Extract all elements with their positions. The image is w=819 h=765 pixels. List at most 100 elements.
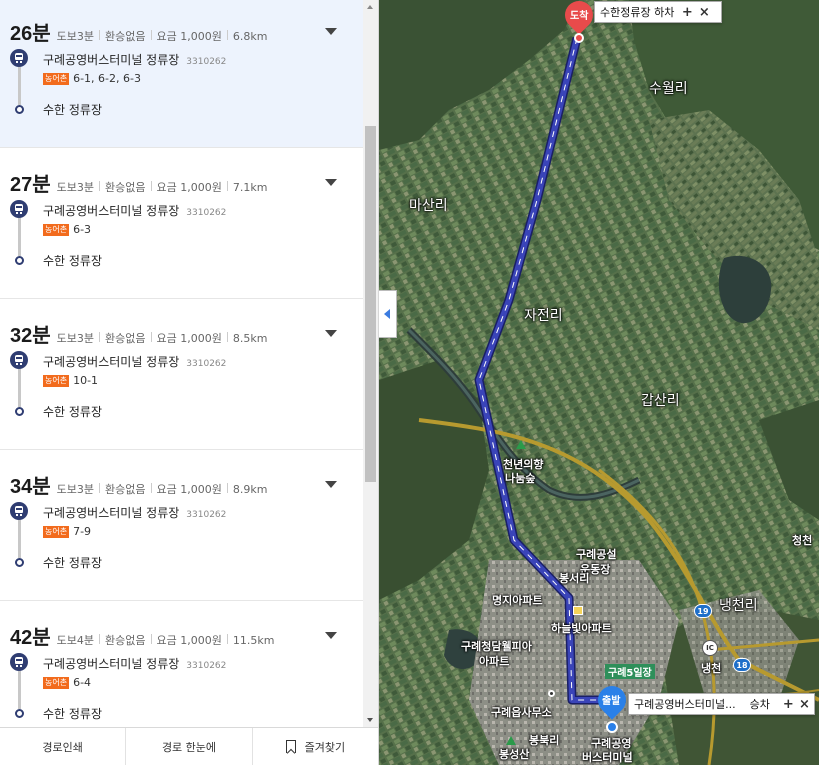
walk-time: 도보3분 [56,332,95,345]
destination-dot-icon [15,105,24,114]
route-list-scrollbar[interactable] [363,0,378,727]
road-18-shield: 18 [733,658,751,672]
route-summary: 34분 도보3분 환승없음 요금 1,000원 8.9km [10,470,267,498]
destination-dot-icon [15,709,24,718]
board-label[interactable]: 승차 [750,696,770,712]
destination-stop[interactable]: 수한 정류장 [43,705,102,722]
route-duration: 32분 [10,325,51,347]
bus-stop-icon [606,721,618,733]
map-label-cheongdam-apt-2: 아파트 [479,655,510,668]
scroll-up-arrow-icon[interactable] [363,0,378,15]
divider [226,634,228,644]
route-summary: 42분 도보4분 환승없음 요금 1,000원 11.5km [10,621,274,649]
fare: 요금 1,000원 [156,483,222,496]
destination-dot-icon [15,407,24,416]
departure-callout[interactable]: 구례공영버스터미널... 승차 + × [628,693,815,715]
route-list: 26분 도보3분 환승없음 요금 1,000원 6.8km 구례공영버스터미널 … [0,0,363,727]
route-timeline [10,200,30,270]
destination-stop[interactable]: 수한 정류장 [43,252,102,269]
arrival-point-icon [574,33,584,43]
boarding-stop[interactable]: 구례공영버스터미널 정류장 [43,202,179,219]
map-label-naengcheon: 냉천리 [719,598,758,614]
route-duration: 27분 [10,174,51,196]
route-summary: 32분 도보3분 환승없음 요금 1,000원 8.5km [10,319,267,347]
walk-time: 도보3분 [56,483,95,496]
divider [150,634,152,644]
close-icon[interactable]: × [697,5,711,20]
boarding-stop[interactable]: 구례공영버스터미널 정류장 [43,353,179,370]
boarding-stop[interactable]: 구례공영버스터미널 정류장 [43,51,179,68]
walk-time: 도보3분 [56,181,95,194]
bus-type-badge: 농어촌 [43,223,70,236]
destination-stop[interactable]: 수한 정류장 [43,554,102,571]
fare: 요금 1,000원 [156,181,222,194]
transfer-count: 환승없음 [105,332,146,345]
plus-icon[interactable]: + [782,697,795,712]
route-option[interactable]: 26분 도보3분 환승없음 요금 1,000원 6.8km 구례공영버스터미널 … [0,0,363,148]
route-option[interactable]: 34분 도보3분 환승없음 요금 1,000원 8.9km 구례공영버스터미널 … [0,450,363,601]
route-timeline [10,653,30,723]
chevron-down-icon[interactable] [324,177,338,189]
destination-stop[interactable]: 수한 정류장 [43,403,102,420]
stop-id: 3310262 [186,208,227,218]
plus-icon[interactable]: + [680,5,694,20]
scrollbar-thumb[interactable] [365,126,376,482]
fare: 요금 1,000원 [156,332,222,345]
arrival-callout-label: 수한정류장 하차 [600,6,675,19]
route-option[interactable]: 42분 도보4분 환승없음 요금 1,000원 11.5km 구례공영버스터미널… [0,601,363,727]
route-results-panel: 26분 도보3분 환승없음 요금 1,000원 6.8km 구례공영버스터미널 … [0,0,379,765]
bus-numbers: 6-3 [73,223,92,236]
destination-stop[interactable]: 수한 정류장 [43,101,102,118]
boarding-stop[interactable]: 구례공영버스터미널 정류장 [43,655,179,672]
route-duration: 34분 [10,476,51,498]
bus-type-badge: 농어촌 [43,525,70,538]
divider [150,30,152,40]
boarding-stop[interactable]: 구례공영버스터미널 정류장 [43,504,179,521]
divider [99,332,101,342]
route-overview-button[interactable]: 경로 한눈에 [126,728,253,765]
departure-callout-label: 구례공영버스터미널... [634,698,736,711]
bus-icon [10,653,28,671]
chevron-down-icon[interactable] [324,630,338,642]
bus-type-badge: 농어촌 [43,72,70,85]
route-option[interactable]: 32분 도보3분 환승없음 요금 1,000원 8.5km 구례공영버스터미널 … [0,299,363,450]
scroll-down-arrow-icon[interactable] [363,712,378,727]
print-route-label: 경로인쇄 [42,740,83,754]
divider [99,483,101,493]
map-label-naengcheon-ic: 냉천 [701,662,722,675]
divider [226,30,228,40]
route-duration: 26분 [10,23,51,45]
divider [150,332,152,342]
map-label-forest-2: 나눔숲 [505,472,536,485]
bus-numbers: 10-1 [73,374,99,387]
transfer-count: 환승없음 [105,483,146,496]
destination-dot-icon [15,558,24,567]
divider [226,181,228,191]
route-timeline [10,49,30,119]
arrival-callout[interactable]: 수한정류장 하차 + × [594,1,722,23]
route-footer-toolbar: 경로인쇄 경로 한눈에 즐겨찾기 [0,727,378,765]
map-label-cheongcheon: 청천 [792,534,813,547]
timeline-line [18,67,21,105]
map-view[interactable]: 수월리 마산리 자전리 갑산리 냉천리 청천 천년의향 나눔숲 구례공설 운동장… [379,0,819,765]
bookmark-label: 즐겨찾기 [304,740,346,754]
route-option[interactable]: 27분 도보3분 환승없음 요금 1,000원 7.1km 구례공영버스터미널 … [0,148,363,299]
collapse-panel-button[interactable] [379,290,397,338]
map-label-gapsan: 갑산리 [641,393,680,409]
chevron-down-icon[interactable] [324,328,338,340]
divider [150,181,152,191]
apartment-marker-icon [573,606,583,615]
bus-numbers: 7-9 [73,525,92,538]
chevron-down-icon[interactable] [324,26,338,38]
close-icon[interactable]: × [798,697,811,712]
print-route-button[interactable]: 경로인쇄 [0,728,127,765]
interchange-icon: IC [702,640,718,656]
bus-type-badge: 농어촌 [43,374,70,387]
map-label-masan: 마산리 [409,198,448,214]
chevron-down-icon[interactable] [324,479,338,491]
timeline-line [18,369,21,407]
bookmark-button[interactable]: 즐겨찾기 [253,728,378,765]
timeline-line [18,520,21,558]
divider [99,181,101,191]
map-label-bongseongsan: 봉성산 [499,748,530,761]
